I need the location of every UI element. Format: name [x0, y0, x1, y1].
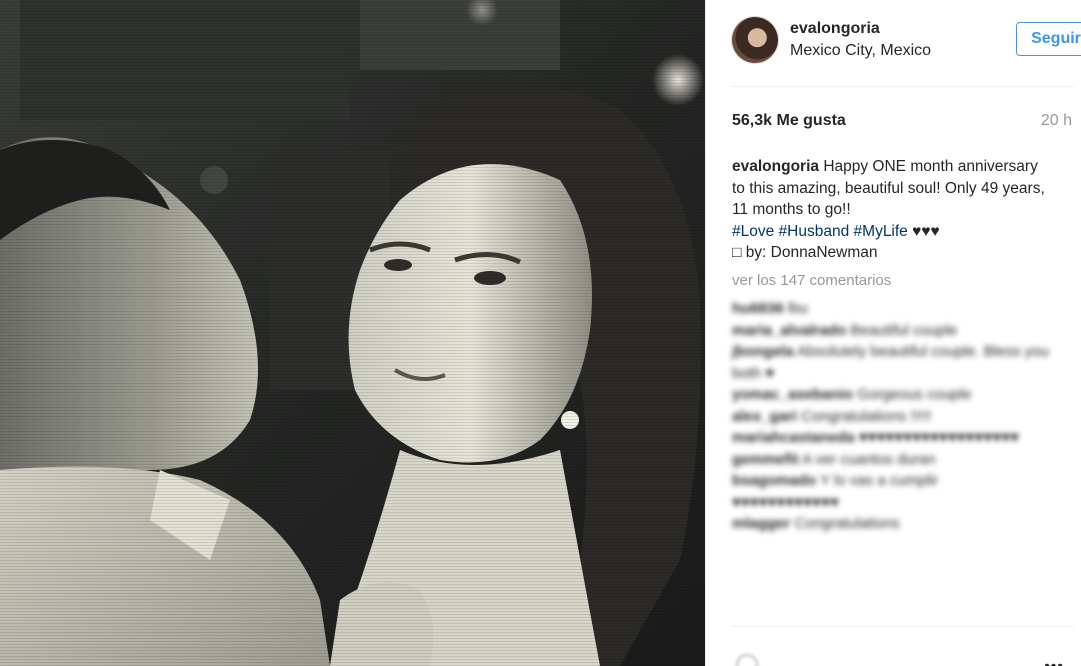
post-location[interactable]: Mexico City, Mexico [790, 42, 931, 60]
post-username[interactable]: evalongoria [790, 20, 880, 38]
comment-text: Beautiful couple [850, 321, 958, 339]
post-header: evalongoria Mexico City, Mexico Seguir [732, 14, 1081, 70]
follow-button[interactable]: Seguir [1016, 22, 1081, 56]
comment-item: yomac_asebanio Gorgeous couple [732, 384, 1062, 406]
comment-text: Y lo vas a cumplir [820, 472, 939, 489]
likes-count[interactable]: 56,3k Me gusta [732, 112, 846, 130]
actions-row: ••• [732, 648, 1074, 666]
comment-item: mlagger Congratulations [732, 513, 1062, 535]
photo-credit: by: DonnaNewman [745, 244, 878, 261]
comment-text: Congratulations !!!!! [801, 407, 932, 425]
comment-text: A ver cuantos duran [802, 450, 936, 468]
like-icon[interactable] [736, 654, 758, 666]
comment-username[interactable]: yomac_asebanio [732, 386, 853, 403]
comment-username[interactable]: mlagger [732, 515, 790, 532]
comment-text: Gorgeous couple [857, 386, 972, 403]
post-photo-image [0, 0, 705, 666]
comment-username[interactable]: hu6836 [732, 300, 784, 317]
comment-username[interactable]: maria_alvalrado [732, 322, 846, 339]
caption-username[interactable]: evalongoria [732, 158, 819, 175]
hashtag-husband[interactable]: #Husband [779, 223, 850, 240]
comment-text: Congratulations [794, 515, 900, 532]
comment-item: maria_alvalrado Beautiful couple [732, 320, 1062, 342]
comment-text: ♥♥♥♥♥♥♥♥♥♥♥♥♥♥♥♥♥♥ [858, 429, 1020, 446]
comment-item: hu6836 lbu [732, 298, 1062, 320]
post-caption: evalongoria Happy ONE month anniversary … [732, 156, 1047, 264]
actions-divider [732, 626, 1074, 627]
user-avatar[interactable] [732, 17, 778, 63]
comment-text: lbu [787, 300, 808, 317]
comment-item: gemmefit A ver cuantos duran [732, 449, 1062, 471]
post-side-panel: evalongoria Mexico City, Mexico Seguir 5… [705, 0, 1081, 666]
comment-text: ♥♥♥♥♥♥♥♥♥♥♥♥ [732, 493, 839, 511]
header-divider [732, 86, 1074, 87]
comment-username[interactable]: jbongela [732, 343, 794, 360]
comment-username[interactable]: alex_gari [732, 408, 797, 425]
comment-item: alex_gari Congratulations !!!!! [732, 406, 1062, 428]
post-photo[interactable] [0, 0, 705, 666]
comment-username[interactable]: bsagomado [732, 472, 816, 489]
comment-item: bsagomado Y lo vas a cumplir [732, 470, 1062, 492]
view-all-comments-link[interactable]: ver los 147 comentarios [732, 272, 891, 289]
camera-icon: □ [732, 244, 742, 261]
hashtag-love[interactable]: #Love [732, 223, 774, 240]
comment-item: mariahcastaneda ♥♥♥♥♥♥♥♥♥♥♥♥♥♥♥♥♥♥ [732, 427, 1062, 449]
hearts-emoji: ♥♥♥ [912, 222, 940, 240]
comment-username[interactable]: gemmefit [732, 451, 799, 468]
comment-item: jbongela Absolutely beautiful couple. Bl… [732, 341, 1062, 384]
comment-list: hu6836 lbu maria_alvalrado Beautiful cou… [732, 298, 1062, 535]
comment-username[interactable]: mariahcastaneda [732, 429, 855, 446]
hashtag-mylife[interactable]: #MyLife [854, 223, 908, 240]
post-time[interactable]: 20 h [1041, 112, 1072, 130]
more-options-icon[interactable]: ••• [1044, 658, 1064, 666]
instagram-post-modal: evalongoria Mexico City, Mexico Seguir 5… [0, 0, 1081, 666]
comment-item: ♥♥♥♥♥♥♥♥♥♥♥♥ [732, 492, 1062, 514]
